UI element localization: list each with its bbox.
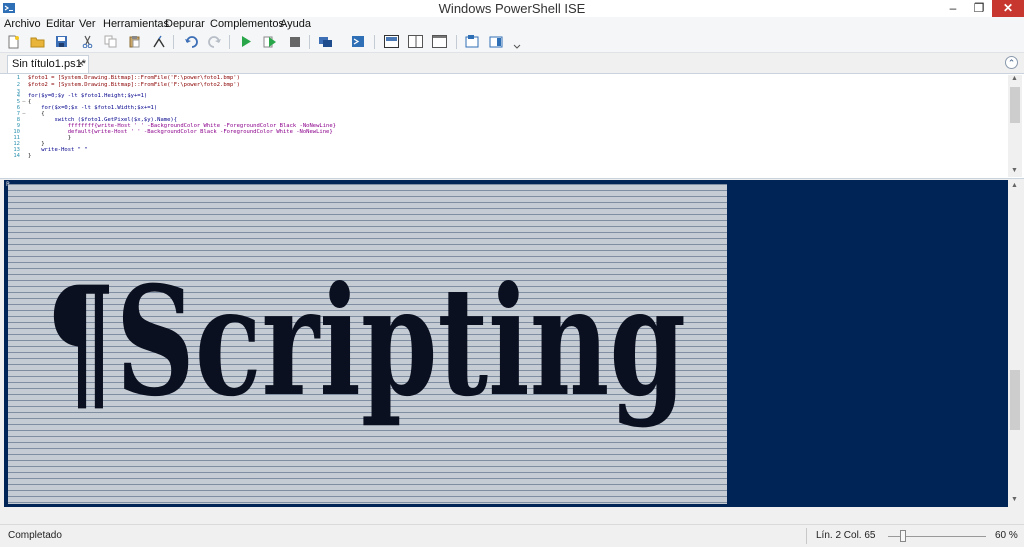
console-scroll-thumb[interactable] — [1010, 370, 1020, 430]
close-tab-icon[interactable]: × — [78, 56, 84, 73]
stop-icon[interactable] — [287, 34, 302, 49]
toolbar — [0, 32, 1024, 53]
save-icon[interactable] — [54, 34, 69, 49]
minimize-button[interactable]: – — [940, 0, 966, 17]
line-number: 2 — [16, 82, 20, 88]
status-text: Completado — [8, 530, 62, 541]
script-editor[interactable]: 1 2 3 4 5 6 7 8 9 10 11 12 13 14 − − $fo… — [0, 73, 1024, 179]
console-scrollbar[interactable]: ▲ ▼ — [1008, 180, 1022, 507]
menu-herramientas[interactable]: Herramientas — [103, 18, 169, 30]
tab-sin-titulo1[interactable]: Sin título1.ps1* × — [7, 55, 89, 73]
show-script-pane-right-icon[interactable] — [408, 34, 423, 49]
line-number: 14 — [13, 153, 20, 159]
window-title: Windows PowerShell ISE — [438, 1, 586, 16]
art-text: ¶Scripting — [46, 254, 686, 430]
script-tab-strip: Sin título1.ps1* × — [0, 53, 1024, 73]
console-ascii-art-output: ¶Scripting — [8, 184, 727, 504]
code-line: for($x=0;$x -lt $foto1.Width;$x+=1) — [28, 105, 158, 111]
cursor-position: Lín. 2 Col. 65 — [816, 530, 876, 541]
zoom-slider-thumb[interactable] — [900, 530, 906, 542]
toolbar-separator — [173, 35, 174, 49]
code-line: } — [28, 153, 32, 159]
editor-scroll-thumb[interactable] — [1010, 87, 1020, 123]
menu-archivo[interactable]: Archivo — [4, 18, 41, 30]
menu-depurar[interactable]: Depurar — [165, 18, 205, 30]
clear-console-icon[interactable] — [151, 34, 166, 49]
code-line: $foto1 = [System.Drawing.Bitmap]::FromFi… — [28, 75, 240, 81]
line-number: 1 — [16, 75, 20, 81]
run-icon[interactable] — [238, 34, 253, 49]
show-command-window-icon[interactable] — [465, 34, 480, 49]
new-file-icon[interactable] — [6, 34, 21, 49]
editor-scrollbar[interactable]: ▲ ▼ — [1008, 75, 1022, 177]
zoom-level: 60 % — [995, 530, 1018, 541]
toolbar-separator — [374, 35, 375, 49]
menu-ayuda[interactable]: Ayuda — [280, 18, 311, 30]
status-separator — [806, 528, 807, 544]
toolbar-separator — [229, 35, 230, 49]
scroll-down-icon[interactable]: ▼ — [1011, 167, 1018, 174]
scroll-up-icon[interactable]: ▲ — [1011, 75, 1018, 82]
menu-complementos[interactable]: Complementos — [210, 18, 284, 30]
remote-powershell-icon[interactable] — [318, 34, 333, 49]
scroll-up-icon[interactable]: ▲ — [1011, 182, 1018, 189]
code-line: $foto2 = [System.Drawing.Bitmap]::FromFi… — [28, 82, 240, 88]
undo-icon[interactable] — [183, 34, 198, 49]
close-window-button[interactable]: ✕ — [992, 0, 1024, 17]
tab-label: Sin título1.ps1* — [12, 58, 86, 70]
show-script-pane-maximized-icon[interactable] — [432, 34, 447, 49]
paste-icon[interactable] — [127, 34, 142, 49]
code-line: default{write-Host ' ' -BackgroundColor … — [28, 129, 333, 135]
show-command-addon-icon[interactable] — [489, 34, 504, 49]
code-line: for($y=0;$y -lt $foto1.Height;$y+=1) — [28, 93, 148, 99]
menu-ver[interactable]: Ver — [79, 18, 96, 30]
line-number-gutter: 1 2 3 4 5 6 7 8 9 10 11 12 13 14 — [0, 74, 22, 178]
show-script-pane-top-icon[interactable] — [384, 34, 399, 49]
open-folder-icon[interactable] — [30, 34, 45, 49]
status-bar: Completado Lín. 2 Col. 65 60 % — [0, 524, 1024, 547]
collapse-script-pane-icon[interactable]: ⌃ — [1005, 56, 1018, 69]
menu-editar[interactable]: Editar — [46, 18, 75, 30]
toolbar-separator — [309, 35, 310, 49]
redo-icon[interactable] — [207, 34, 222, 49]
cut-icon[interactable] — [80, 34, 95, 49]
copy-icon[interactable] — [103, 34, 118, 49]
toolbar-overflow-icon[interactable] — [509, 38, 524, 53]
start-powershell-icon[interactable] — [350, 34, 365, 49]
code-line: write-Host " " — [28, 147, 88, 153]
toolbar-separator — [456, 35, 457, 49]
restore-button[interactable]: ❐ — [966, 0, 992, 17]
scripting-art-graphic: ¶Scripting — [46, 254, 686, 430]
menu-bar: Archivo Editar Ver Herramientas Depurar … — [0, 17, 1024, 32]
run-selection-icon[interactable] — [262, 34, 277, 49]
title-bar: Windows PowerShell ISE – ❐ ✕ — [0, 0, 1024, 17]
scroll-down-icon[interactable]: ▼ — [1011, 496, 1018, 503]
